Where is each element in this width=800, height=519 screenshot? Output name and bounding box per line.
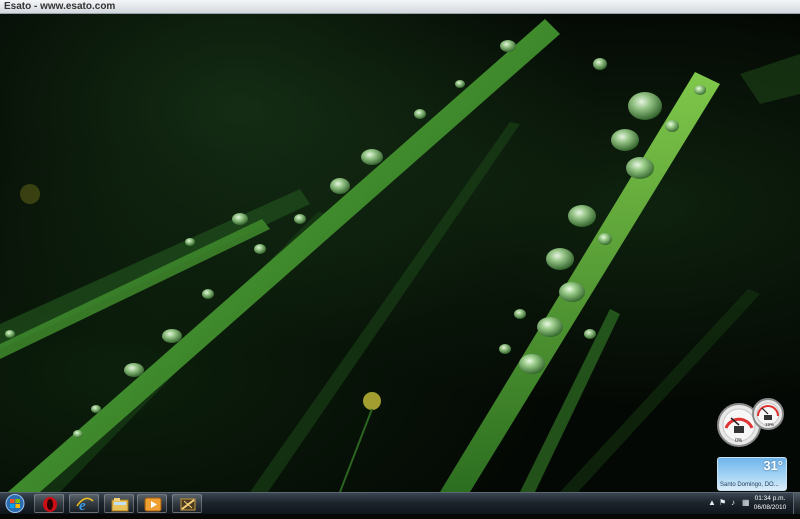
- taskbar-media-player[interactable]: [137, 494, 167, 513]
- taskbar-clock[interactable]: 01:34 p.m. 06/08/2010: [748, 494, 792, 512]
- meter-label-right: 19%: [765, 422, 774, 427]
- drive-meter-gadget[interactable]: 0% 19%: [716, 398, 788, 448]
- windows-logo-icon: [5, 494, 25, 513]
- taskbar-windows-explorer[interactable]: [104, 494, 134, 513]
- opera-icon: [43, 497, 57, 512]
- wallpaper-grass: [0, 19, 800, 492]
- media-player-icon: [144, 497, 162, 512]
- weather-gadget[interactable]: 31° Santo Domingo, DO...: [717, 457, 787, 491]
- taskbar-media-center[interactable]: [172, 494, 202, 513]
- media-center-icon: [180, 498, 196, 511]
- show-desktop-button[interactable]: [793, 493, 800, 514]
- folder-icon: [111, 498, 129, 512]
- ie-icon: e: [76, 497, 94, 513]
- window-title: Esato - www.esato.com: [4, 1, 116, 12]
- clock-date: 06/08/2010: [753, 504, 787, 511]
- tray-expand-icon[interactable]: ▲: [708, 498, 716, 507]
- meter-label-left: 0%: [735, 438, 743, 444]
- desktop[interactable]: 0% 19% 31° Santo Domingo, DO...: [0, 14, 800, 492]
- volume-icon[interactable]: ♪: [731, 498, 735, 507]
- start-button[interactable]: [2, 493, 28, 514]
- clock-time: 01:34 p.m.: [754, 495, 786, 502]
- weather-temperature: 31°: [763, 458, 783, 473]
- taskbar-internet-explorer[interactable]: e: [69, 494, 99, 513]
- taskbar: e ▲ ⚑ ♪ ▦ 01:34 p.m. 06/08/2010: [0, 492, 800, 514]
- window-title-bar[interactable]: Esato - www.esato.com: [0, 0, 800, 14]
- taskbar-opera[interactable]: [34, 494, 64, 513]
- action-center-icon[interactable]: ⚑: [719, 498, 726, 507]
- weather-location: Santo Domingo, DO...: [720, 482, 779, 488]
